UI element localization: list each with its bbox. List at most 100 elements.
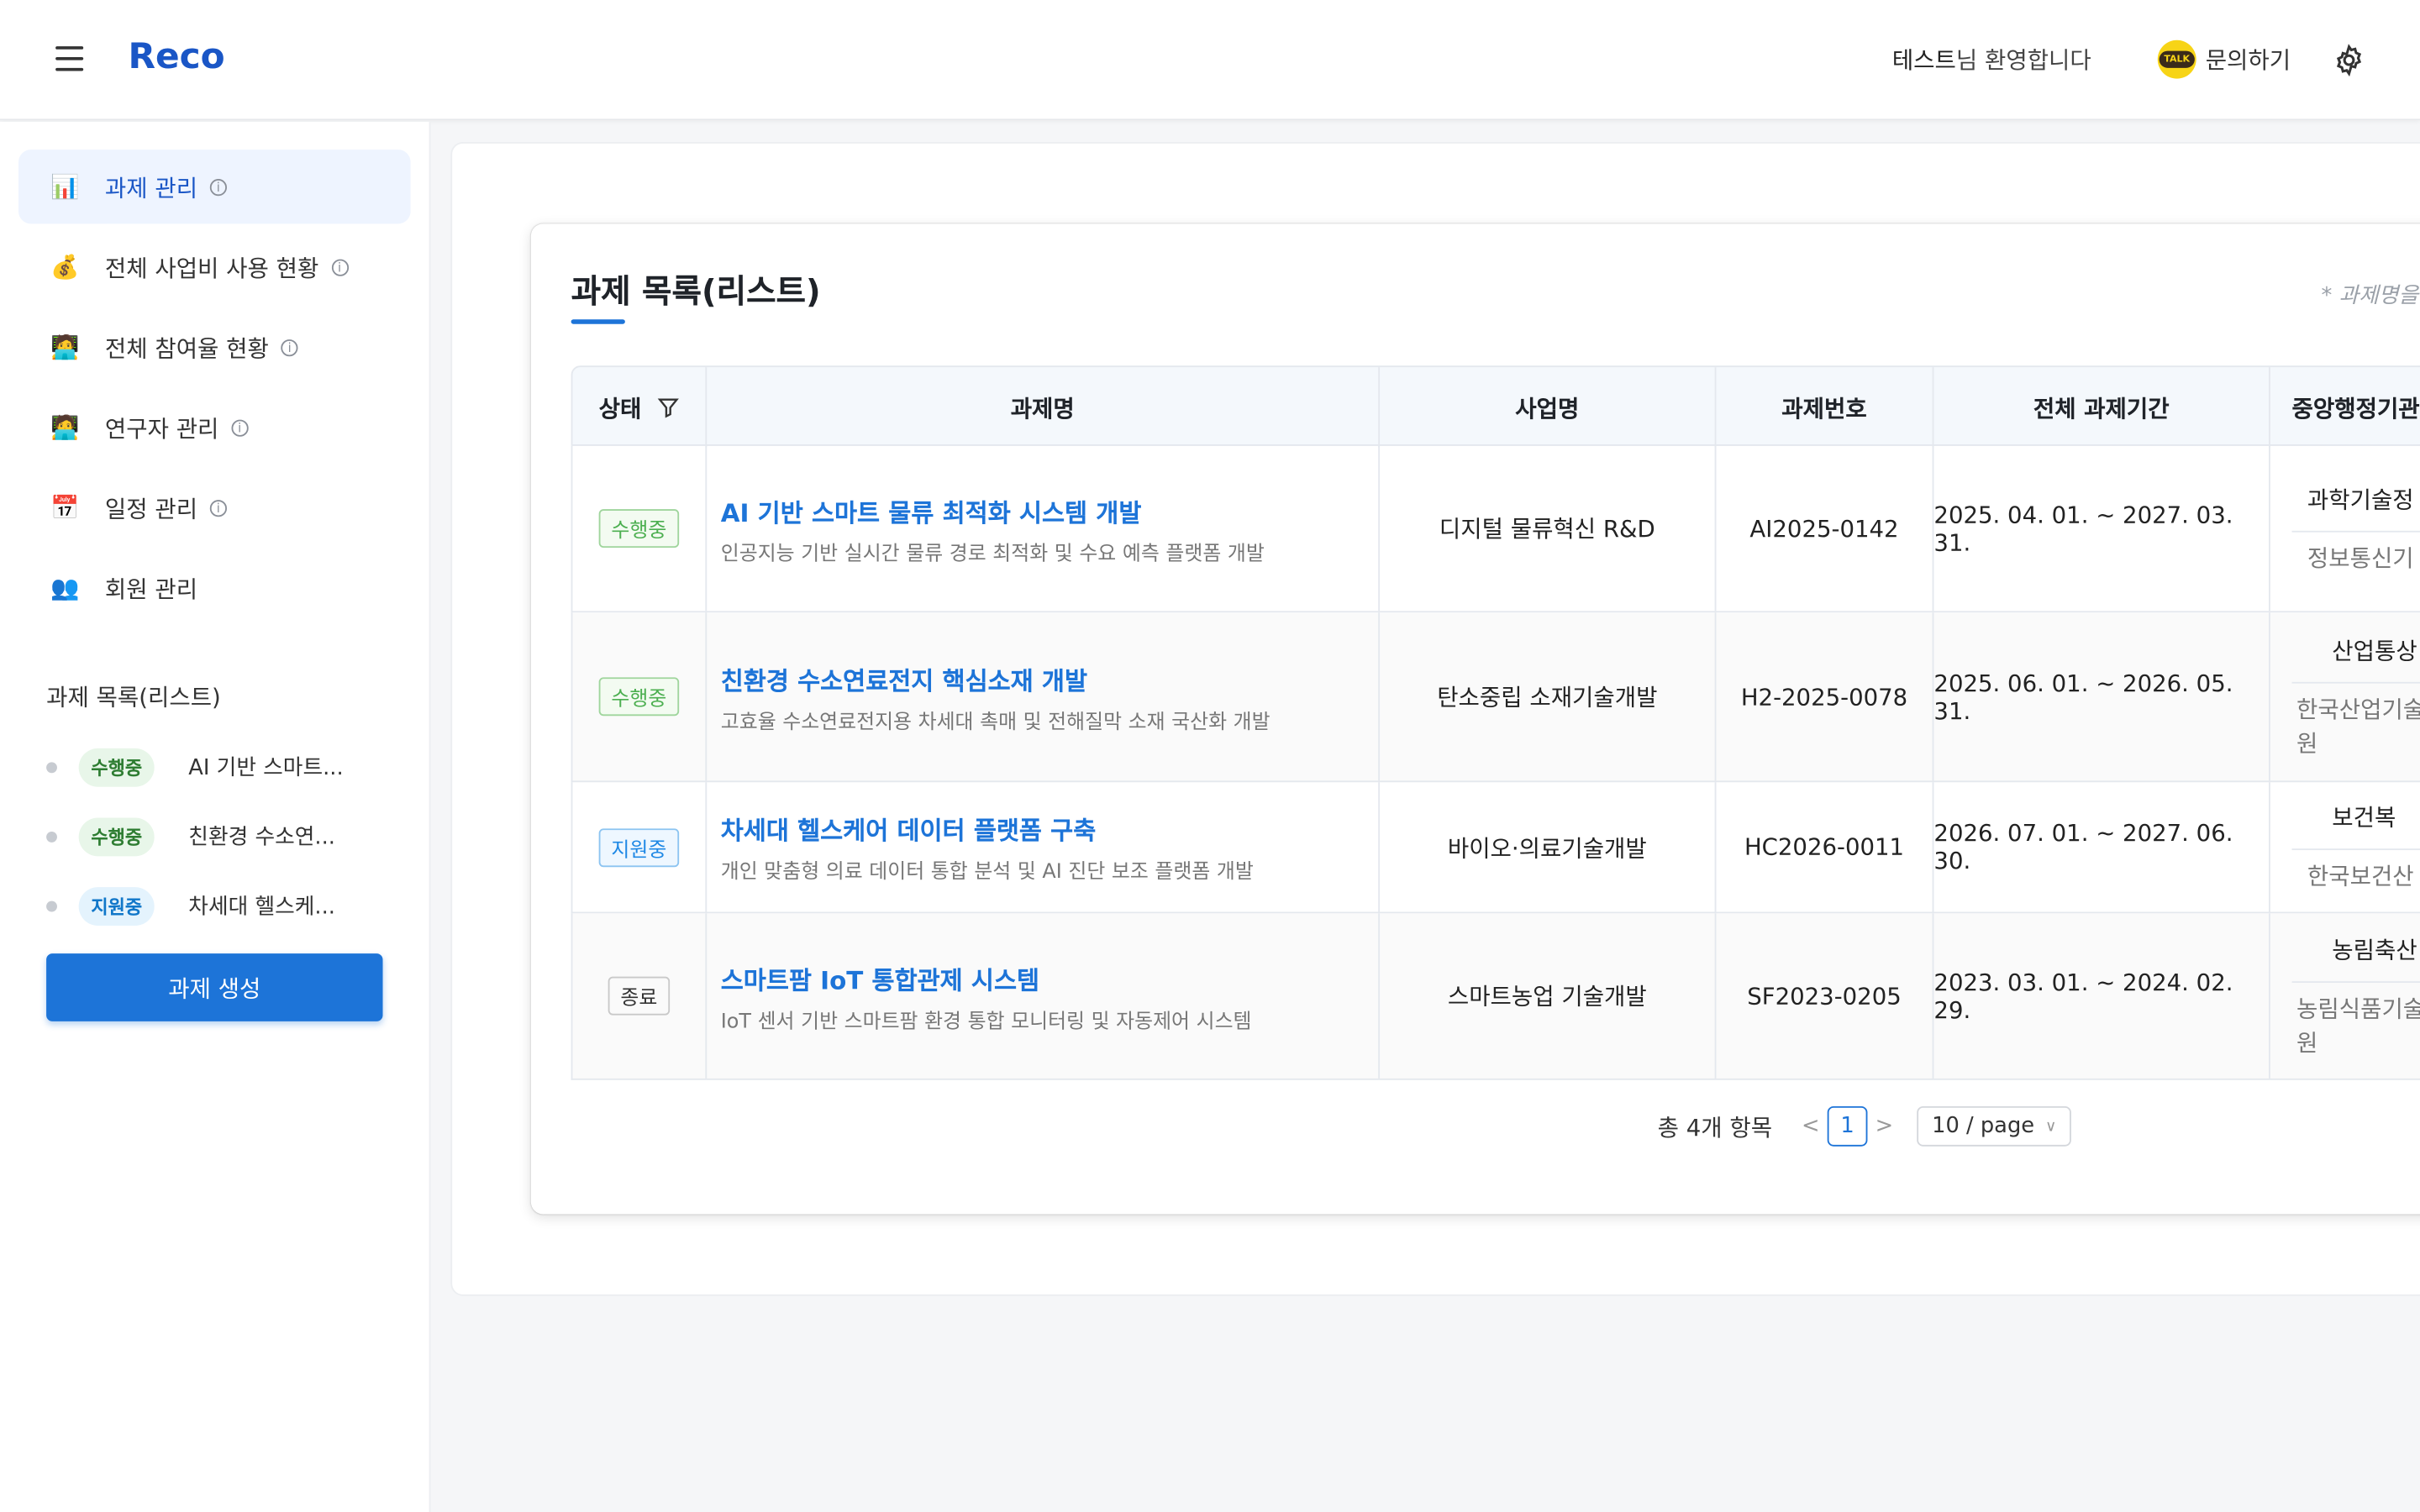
- users-icon: 👥: [50, 574, 80, 602]
- researcher-icon: 🧑‍💻: [50, 413, 80, 442]
- agency-name: 산업통상: [2332, 636, 2417, 664]
- project-period-cell: 2026. 07. 01. ~ 2027. 06. 30.: [1933, 782, 2270, 912]
- page-size-select[interactable]: 10 / page ∨: [1916, 1105, 2072, 1147]
- project-number-cell: AI2025-0142: [1716, 445, 1934, 612]
- specialized-agency-name: 농림식품기술 원: [2296, 994, 2420, 1057]
- inquiry-button[interactable]: TALK 문의하기: [2157, 39, 2291, 79]
- business-name-cell: 탄소중립 소재기술개발: [1380, 612, 1717, 781]
- researcher-icon: 🧑‍💻: [50, 333, 80, 361]
- bullet-icon: [46, 831, 57, 842]
- pagination-total: 총 4개 항목: [1657, 1113, 1773, 1142]
- bullet-icon: [46, 900, 57, 911]
- project-title-link[interactable]: AI 기반 스마트 물류 최적화 시스템 개발: [721, 491, 1142, 528]
- project-title-link[interactable]: 차세대 헬스케어 데이터 플랫폼 구축: [721, 810, 1096, 847]
- status-badge: 지원중: [598, 827, 680, 867]
- sidebar-item-participation-status[interactable]: 🧑‍💻 전체 참여율 현황 i: [18, 310, 411, 384]
- status-badge: 종료: [608, 976, 671, 1016]
- project-period-cell: 2023. 03. 01. ~ 2024. 02. 29.: [1933, 913, 2270, 1079]
- sidebar-item-label: 과제 관리: [104, 173, 198, 202]
- sidebar-project-item[interactable]: 수행중 AI 기반 스마트...: [46, 743, 401, 790]
- business-name-cell: 스마트농업 기술개발: [1380, 913, 1717, 1079]
- filter-icon[interactable]: [656, 396, 679, 418]
- project-name-cell: 스마트팜 IoT 통합관제 시스템 IoT 센서 기반 스마트팜 환경 통합 모…: [707, 913, 1381, 1079]
- specialized-agency-name: 한국보건산: [2307, 862, 2414, 890]
- column-header-project-name: 과제명: [707, 367, 1381, 448]
- status-cell: 종료: [572, 913, 708, 1079]
- table-note: * 과제명을: [2321, 283, 2419, 309]
- project-period-cell: 2025. 04. 01. ~ 2027. 03. 31.: [1933, 445, 2270, 612]
- specialized-agency-name: 한국산업기술 원: [2296, 695, 2420, 757]
- sidebar-project-name: AI 기반 스마트...: [188, 756, 344, 781]
- sidebar-project-name: 차세대 헬스케...: [188, 895, 335, 920]
- sidebar-item-label: 전체 참여율 현황: [104, 333, 269, 362]
- info-icon[interactable]: i: [281, 339, 298, 356]
- welcome-suffix: 님 환영합니다: [1955, 46, 2091, 75]
- column-header-business-name: 사업명: [1380, 367, 1717, 448]
- status-badge: 지원중: [78, 886, 155, 926]
- project-period-cell: 2025. 06. 01. ~ 2026. 05. 31.: [1933, 612, 2270, 781]
- column-header-status: 상태: [572, 367, 708, 448]
- status-badge: 수행중: [78, 747, 155, 786]
- welcome-message: 테스트님 환영합니다: [1892, 43, 2091, 76]
- page-size-value: 10 / page: [1932, 1114, 2035, 1139]
- project-description: IoT 센서 기반 스마트팜 환경 통합 모니터링 및 자동제어 시스템: [720, 1010, 1252, 1033]
- page-title: 과제 목록(리스트): [571, 273, 821, 311]
- project-number-cell: H2-2025-0078: [1716, 612, 1934, 781]
- menu-icon[interactable]: [55, 46, 84, 71]
- sidebar-item-project-management[interactable]: 📊 과제 관리 i: [18, 150, 411, 224]
- agency-cell: 산업통상 한국산업기술 원: [2270, 612, 2420, 780]
- business-name-cell: 바이오·의료기술개발: [1380, 782, 1717, 912]
- project-title-link[interactable]: 스마트팜 IoT 통합관제 시스템: [721, 959, 1039, 996]
- sidebar-project-name: 친환경 수소연...: [188, 825, 335, 851]
- table-row[interactable]: 수행중 친환경 수소연료전지 핵심소재 개발 고효율 수소연료전지용 차세대 촉…: [571, 612, 2420, 783]
- project-description: 인공지능 기반 실시간 물류 경로 최적화 및 수요 예측 플랫폼 개발: [720, 542, 1265, 566]
- project-name-cell: 친환경 수소연료전지 핵심소재 개발 고효율 수소연료전지용 차세대 촉매 및 …: [707, 612, 1381, 781]
- info-icon[interactable]: i: [209, 499, 227, 517]
- kakao-talk-icon: TALK: [2157, 39, 2196, 79]
- status-cell: 수행중: [572, 612, 708, 781]
- project-number-cell: SF2023-0205: [1716, 913, 1934, 1079]
- sidebar: 📊 과제 관리 i 💰 전체 사업비 사용 현황 i 🧑‍💻 전체 참여율 현황…: [0, 122, 431, 1512]
- title-underline: [571, 319, 625, 324]
- chevron-down-icon: ∨: [2044, 1117, 2057, 1135]
- divider: [2291, 529, 2420, 532]
- agency-name: 과학기술정: [2307, 485, 2414, 513]
- table-row[interactable]: 종료 스마트팜 IoT 통합관제 시스템 IoT 센서 기반 스마트팜 환경 통…: [571, 913, 2420, 1080]
- gear-icon[interactable]: [2332, 43, 2365, 77]
- chevron-left-icon[interactable]: <: [1802, 1114, 1820, 1138]
- project-list-card: 과제 목록(리스트) * 과제명을 상태 과제명 사업명 과제번호 전체 과제기…: [530, 223, 2420, 1215]
- column-header-project-number: 과제번호: [1716, 367, 1934, 448]
- project-description: 고효율 수소연료전지용 차세대 촉매 및 전해질막 소재 국산화 개발: [720, 710, 1270, 734]
- sidebar-project-item[interactable]: 수행중 친환경 수소연...: [46, 813, 401, 859]
- page-number-button[interactable]: 1: [1827, 1105, 1868, 1147]
- app-logo[interactable]: Reco: [128, 37, 224, 77]
- agency-cell: 과학기술정 정보통신기: [2270, 446, 2420, 612]
- status-badge: 수행중: [78, 816, 155, 856]
- sidebar-item-label: 전체 사업비 사용 현황: [104, 254, 319, 282]
- project-title-link[interactable]: 친환경 수소연료전지 핵심소재 개발: [721, 659, 1087, 696]
- chevron-right-icon[interactable]: >: [1876, 1114, 1894, 1138]
- sidebar-item-budget-status[interactable]: 💰 전체 사업비 사용 현황 i: [18, 230, 411, 304]
- info-icon[interactable]: i: [209, 178, 227, 196]
- sidebar-project-item[interactable]: 지원중 차세대 헬스케...: [46, 883, 401, 929]
- divider: [2291, 680, 2420, 683]
- top-header: Reco 테스트님 환영합니다 TALK 문의하기: [0, 0, 2420, 121]
- create-project-button[interactable]: 과제 생성: [46, 953, 383, 1021]
- sidebar-item-member-management[interactable]: 👥 회원 관리: [18, 551, 411, 625]
- info-icon[interactable]: i: [231, 418, 249, 436]
- status-badge: 수행중: [598, 509, 680, 549]
- status-cell: 수행중: [572, 445, 708, 612]
- column-header-project-period: 전체 과제기간: [1933, 367, 2270, 448]
- sidebar-item-researcher-management[interactable]: 🧑‍💻 연구자 관리 i: [18, 391, 411, 465]
- status-badge: 수행중: [598, 677, 680, 717]
- sidebar-item-schedule-management[interactable]: 📅 일정 관리 i: [18, 470, 411, 544]
- table-row[interactable]: 지원중 차세대 헬스케어 데이터 플랫폼 구축 개인 맞춤형 의료 데이터 통합…: [571, 782, 2420, 914]
- agency-name: 보건복: [2332, 803, 2396, 832]
- specialized-agency-name: 정보통신기: [2307, 543, 2414, 572]
- chart-icon: 📊: [50, 172, 80, 201]
- column-header-agency: 중앙행정기관: [2291, 394, 2420, 423]
- info-icon[interactable]: i: [331, 258, 349, 276]
- table-row[interactable]: 수행중 AI 기반 스마트 물류 최적화 시스템 개발 인공지능 기반 실시간 …: [571, 445, 2420, 613]
- user-name: 테스트: [1891, 46, 1956, 75]
- inquiry-label: 문의하기: [2205, 46, 2291, 75]
